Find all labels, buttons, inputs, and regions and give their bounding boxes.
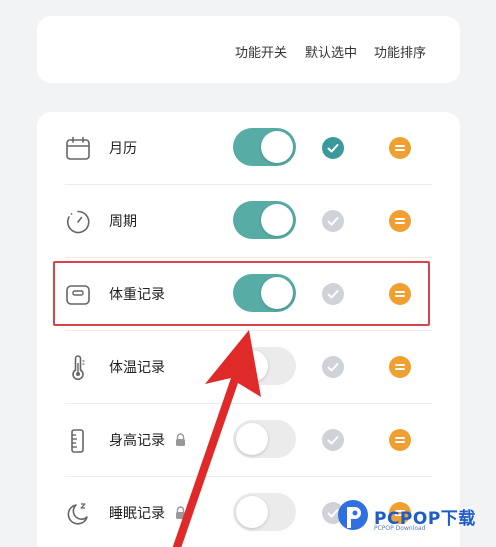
default-check-height[interactable] bbox=[322, 429, 344, 451]
default-check-cycle[interactable] bbox=[322, 210, 344, 232]
feature-toggle-temperature[interactable] bbox=[233, 347, 296, 385]
feature-list: 月历 周期 体重记录 体温记录 身高记录 睡眠记录 bbox=[37, 112, 460, 547]
column-header-card: 功能开关 默认选中 功能排序 bbox=[37, 16, 460, 83]
toggle-knob bbox=[236, 350, 268, 382]
column-header-default: 默认选中 bbox=[305, 46, 358, 61]
toggle-knob bbox=[236, 423, 268, 455]
feature-label: 月历 bbox=[109, 141, 137, 157]
feature-toggle-height[interactable] bbox=[233, 420, 296, 458]
calendar-icon bbox=[66, 136, 90, 160]
feature-label: 身高记录 bbox=[109, 433, 165, 449]
feature-label: 周期 bbox=[109, 214, 137, 230]
feature-row-calendar: 月历 bbox=[37, 112, 460, 185]
feature-row-height: 身高记录 bbox=[37, 404, 460, 477]
feature-row-temperature: 体温记录 bbox=[37, 331, 460, 404]
highlight-annotation-box bbox=[53, 261, 430, 326]
lock-icon bbox=[176, 506, 185, 519]
ruler-icon bbox=[71, 429, 84, 453]
watermark-subtitle: PCPOP Download bbox=[374, 525, 426, 532]
sort-handle-cycle[interactable] bbox=[389, 210, 411, 232]
site-watermark: PCPOP下载 PCPOP Download bbox=[336, 494, 494, 540]
moon-sleep-icon bbox=[67, 503, 88, 525]
feature-row-cycle: 周期 bbox=[37, 185, 460, 258]
lock-icon bbox=[176, 433, 185, 446]
thermometer-icon bbox=[72, 355, 85, 381]
toggle-knob bbox=[236, 496, 268, 528]
column-header-sort: 功能排序 bbox=[374, 46, 427, 61]
default-check-temperature[interactable] bbox=[322, 356, 344, 378]
default-check-calendar[interactable] bbox=[322, 137, 344, 159]
toggle-knob bbox=[261, 131, 293, 163]
sort-handle-temperature[interactable] bbox=[389, 356, 411, 378]
feature-label: 睡眠记录 bbox=[109, 506, 165, 522]
column-header-toggle: 功能开关 bbox=[235, 46, 288, 61]
feature-toggle-cycle[interactable] bbox=[233, 201, 296, 239]
pcpop-logo-icon bbox=[338, 500, 368, 530]
feature-toggle-sleep[interactable] bbox=[233, 493, 296, 531]
sort-handle-calendar[interactable] bbox=[389, 137, 411, 159]
sort-handle-height[interactable] bbox=[389, 429, 411, 451]
cycle-timer-icon bbox=[66, 210, 90, 234]
toggle-knob bbox=[261, 204, 293, 236]
feature-label: 体温记录 bbox=[109, 360, 165, 376]
feature-toggle-calendar[interactable] bbox=[233, 128, 296, 166]
